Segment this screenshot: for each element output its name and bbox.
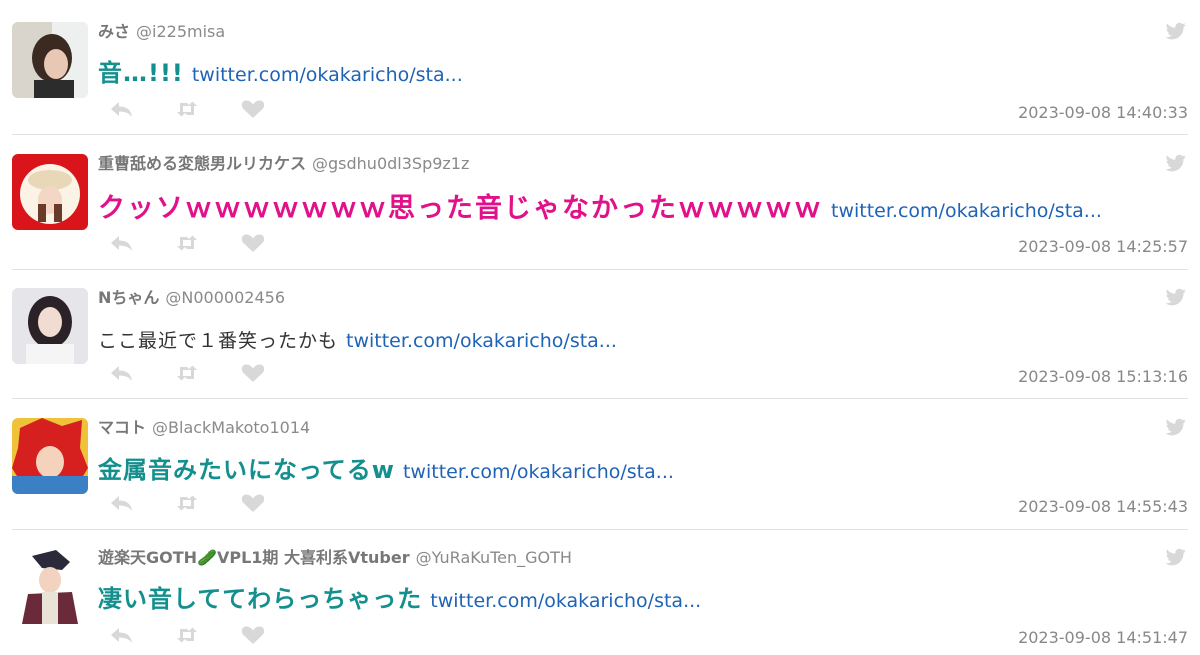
tweet-link[interactable]: twitter.com/okakaricho/sta... xyxy=(831,200,1102,222)
twitter-bird-icon[interactable] xyxy=(1166,154,1186,172)
tweet-text: クッソｗｗｗｗｗｗｗ思った音じゃなかったｗｗｗｗｗ twitter.com/oka… xyxy=(98,192,1102,229)
tweet-timestamp[interactable]: 2023-09-08 14:40:33 xyxy=(1018,103,1188,122)
tweet-link[interactable]: twitter.com/okakaricho/sta... xyxy=(346,330,617,352)
retweet-icon[interactable] xyxy=(174,624,200,646)
author-name[interactable]: 重曹舐める変態男ルリカケス xyxy=(98,154,306,173)
retweet-icon[interactable] xyxy=(174,98,200,120)
divider xyxy=(12,269,1188,270)
avatar[interactable] xyxy=(12,418,88,494)
avatar[interactable] xyxy=(12,22,88,98)
tweet-feed: みさ @i225misa 音…!!! twitter.com/okakaricho/… xyxy=(0,0,1200,655)
tweet-timestamp[interactable]: 2023-09-08 14:25:57 xyxy=(1018,237,1188,256)
tweet-message: ここ最近で１番笑ったかも xyxy=(98,330,339,352)
tweet-message: 金属音みたいになってるw xyxy=(98,456,395,484)
twitter-bird-icon[interactable] xyxy=(1166,418,1186,436)
reply-icon[interactable] xyxy=(108,492,134,514)
tweet-text: 凄い音しててわらっちゃった twitter.com/okakaricho/sta.… xyxy=(98,582,701,619)
tweet-link[interactable]: twitter.com/okakaricho/sta... xyxy=(430,590,701,612)
reply-icon[interactable] xyxy=(108,232,134,254)
author-line: 重曹舐める変態男ルリカケス @gsdhu0dl3Sp9z1z xyxy=(98,154,469,174)
author-line: Nちゃん @N000002456 xyxy=(98,288,285,308)
avatar[interactable] xyxy=(12,154,88,230)
heart-icon[interactable] xyxy=(240,362,266,384)
retweet-icon[interactable] xyxy=(174,492,200,514)
author-line: みさ @i225misa xyxy=(98,22,225,42)
divider xyxy=(12,529,1188,530)
tweet-timestamp[interactable]: 2023-09-08 14:51:47 xyxy=(1018,628,1188,647)
retweet-icon[interactable] xyxy=(174,362,200,384)
tweet-text: ここ最近で１番笑ったかも twitter.com/okakaricho/sta..… xyxy=(98,324,617,359)
avatar[interactable] xyxy=(12,548,88,624)
tweet-message: 音…!!! xyxy=(98,59,184,87)
tweet-timestamp[interactable]: 2023-09-08 15:13:16 xyxy=(1018,367,1188,386)
author-line: マコト @BlackMakoto1014 xyxy=(98,418,310,438)
tweet-message: クッソｗｗｗｗｗｗｗ思った音じゃなかったｗｗｗｗｗ xyxy=(98,193,823,224)
reply-icon[interactable] xyxy=(108,362,134,384)
tweet-actions xyxy=(108,98,266,120)
twitter-bird-icon[interactable] xyxy=(1166,288,1186,306)
author-name[interactable]: みさ xyxy=(98,22,130,41)
heart-icon[interactable] xyxy=(240,492,266,514)
heart-icon[interactable] xyxy=(240,232,266,254)
tweet-link[interactable]: twitter.com/okakaricho/sta... xyxy=(403,461,674,483)
reply-icon[interactable] xyxy=(108,624,134,646)
tweet-link[interactable]: twitter.com/okakaricho/sta... xyxy=(192,64,463,86)
author-line: 遊楽天GOTH🥒VPL1期 大喜利系Vtuber @YuRaKuTen_GOTH xyxy=(98,548,572,568)
tweet-actions xyxy=(108,232,266,254)
author-name[interactable]: 遊楽天GOTH🥒VPL1期 大喜利系Vtuber xyxy=(98,548,410,567)
twitter-bird-icon[interactable] xyxy=(1166,22,1186,40)
tweet-actions xyxy=(108,624,266,646)
author-handle[interactable]: @YuRaKuTen_GOTH xyxy=(416,548,572,567)
author-handle[interactable]: @BlackMakoto1014 xyxy=(152,418,310,437)
tweet-actions xyxy=(108,492,266,514)
avatar[interactable] xyxy=(12,288,88,364)
author-handle[interactable]: @N000002456 xyxy=(165,288,285,307)
tweet-actions xyxy=(108,362,266,384)
heart-icon[interactable] xyxy=(240,98,266,120)
author-name[interactable]: マコト xyxy=(98,418,146,437)
author-name[interactable]: Nちゃん xyxy=(98,288,159,307)
author-handle[interactable]: @i225misa xyxy=(136,22,225,41)
heart-icon[interactable] xyxy=(240,624,266,646)
divider xyxy=(12,134,1188,135)
tweet-text: 金属音みたいになってるw twitter.com/okakaricho/sta..… xyxy=(98,453,674,490)
tweet-message: 凄い音しててわらっちゃった xyxy=(98,585,423,613)
tweet-text: 音…!!! twitter.com/okakaricho/sta... xyxy=(98,56,463,93)
twitter-bird-icon[interactable] xyxy=(1166,548,1186,566)
divider xyxy=(12,398,1188,399)
tweet-timestamp[interactable]: 2023-09-08 14:55:43 xyxy=(1018,497,1188,516)
author-handle[interactable]: @gsdhu0dl3Sp9z1z xyxy=(312,154,469,173)
reply-icon[interactable] xyxy=(108,98,134,120)
retweet-icon[interactable] xyxy=(174,232,200,254)
